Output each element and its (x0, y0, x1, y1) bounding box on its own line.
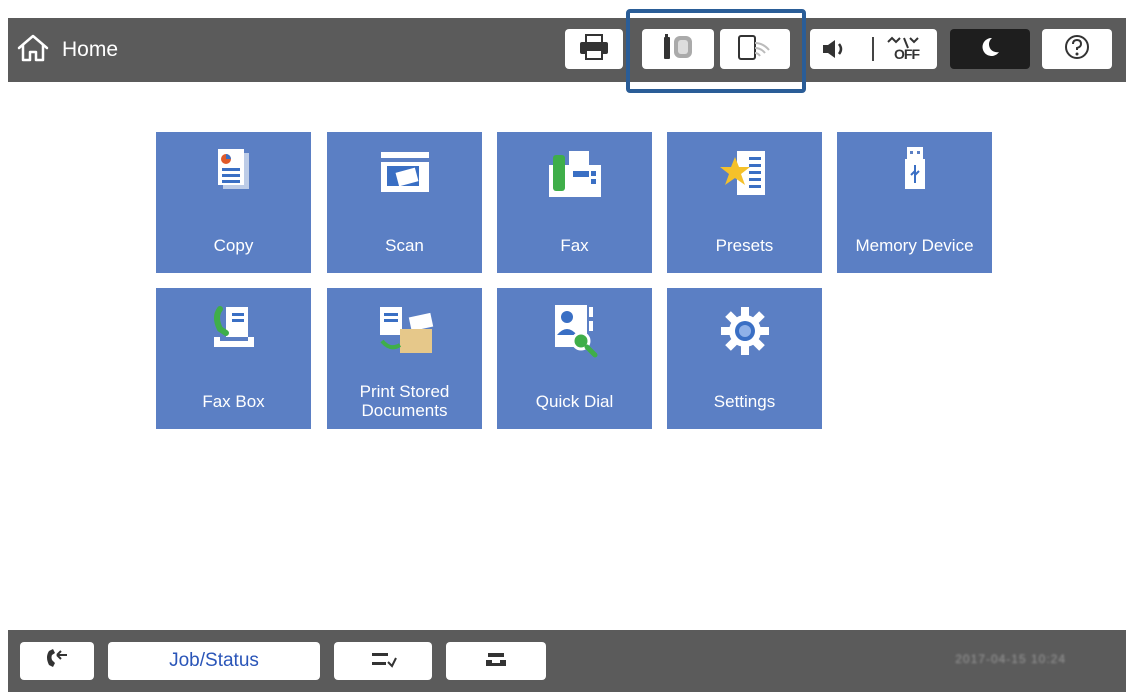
help-button[interactable] (1042, 29, 1112, 69)
sleep-icon (977, 34, 1003, 65)
bottom-bar: Job/Status 2017-04-15 10:24 (8, 630, 1126, 692)
tile-label: Memory Device (855, 236, 974, 255)
quick-dial-icon (497, 298, 652, 364)
tile-label: Fax (560, 236, 589, 255)
sound-quiet-button[interactable]: OFF (810, 29, 937, 69)
presets-star-icon (667, 142, 822, 208)
printer-status-button[interactable] (565, 29, 623, 69)
scanner-icon (327, 142, 482, 208)
tile-label: Quick Dial (535, 392, 614, 411)
tile-memory-device[interactable]: Memory Device (837, 132, 992, 273)
home-button[interactable]: Home (16, 28, 118, 72)
fax-icon (497, 142, 652, 208)
quiet-mode-off-icon: OFF (884, 34, 930, 64)
tile-label: Fax Box (202, 392, 265, 411)
job-list-button[interactable] (334, 642, 432, 680)
tile-settings[interactable]: Settings (667, 288, 822, 429)
wifi-direct-icon (735, 32, 775, 67)
tile-label: Settings (713, 392, 776, 411)
sleep-button[interactable] (950, 29, 1030, 69)
wifi-direct-button[interactable] (720, 29, 790, 69)
top-bar: Home OFF (8, 9, 1126, 93)
fax-status-button[interactable] (20, 642, 94, 680)
job-status-label: Job/Status (169, 650, 259, 671)
paper-tray-button[interactable] (446, 642, 546, 680)
tile-label: Scan (385, 236, 424, 255)
fax-box-icon (156, 298, 311, 364)
nfc-icon (660, 32, 696, 67)
divider (872, 37, 874, 61)
copy-icon (156, 142, 311, 208)
nfc-button[interactable] (642, 29, 714, 69)
tile-presets[interactable]: Presets (667, 132, 822, 273)
tile-label: Presets (715, 236, 774, 255)
gear-icon (667, 298, 822, 364)
usb-icon (837, 142, 992, 208)
tile-fax[interactable]: Fax (497, 132, 652, 273)
fax-call-icon (43, 647, 71, 676)
tile-label: Copy (213, 236, 254, 255)
quiet-off-label: OFF (894, 46, 920, 62)
tile-quick-dial[interactable]: Quick Dial (497, 288, 652, 429)
tile-copy[interactable]: Copy (156, 132, 311, 273)
printer-icon (577, 33, 611, 66)
paper-tray-icon (482, 648, 510, 675)
tile-fax-box[interactable]: Fax Box (156, 288, 311, 429)
volume-icon (820, 36, 850, 67)
job-list-icon (368, 648, 398, 675)
job-status-button[interactable]: Job/Status (108, 642, 320, 680)
page-title: Home (62, 38, 119, 61)
tile-label: Print Stored Documents (359, 382, 450, 420)
printer-home-screen: Home OFF Copy Scan Fax Presets Memory De… (8, 9, 1126, 692)
home-icon (16, 33, 50, 68)
tile-print-stored-documents[interactable]: Print Stored Documents (327, 288, 482, 429)
date-time: 2017-04-15 10:24 (955, 652, 1066, 666)
tile-scan[interactable]: Scan (327, 132, 482, 273)
help-icon (1063, 33, 1091, 66)
print-stored-documents-icon (327, 298, 482, 364)
